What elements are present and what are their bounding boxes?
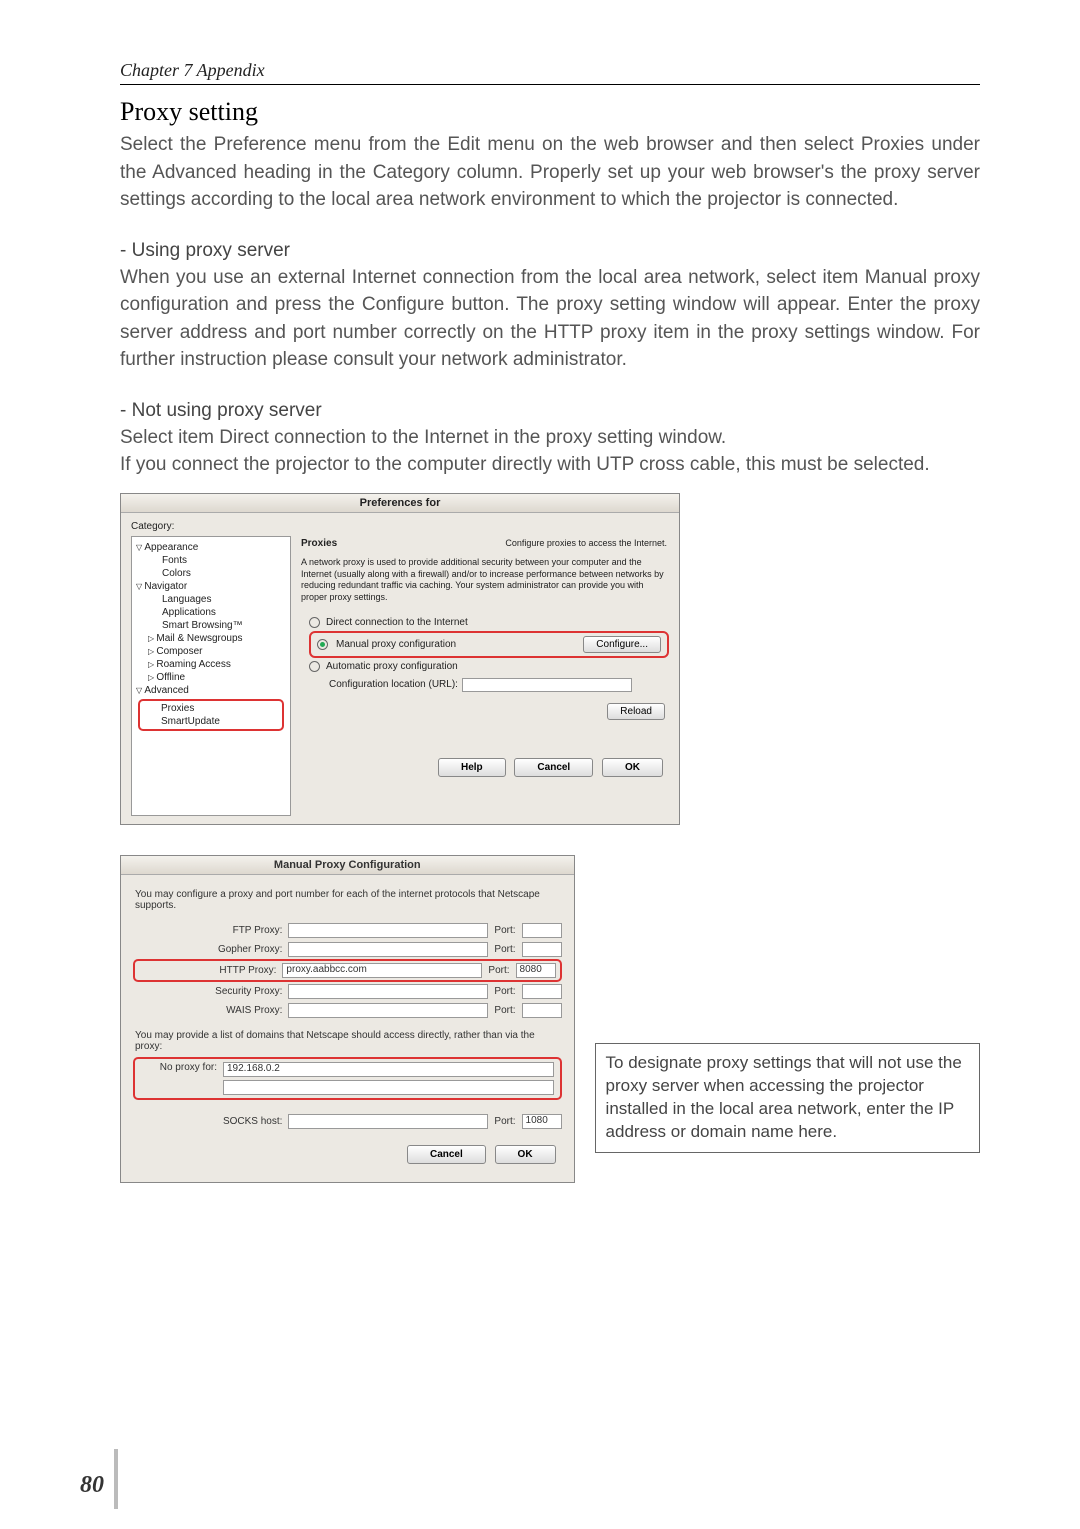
tree-appearance[interactable]: Appearance <box>134 541 288 554</box>
ftp-port-input[interactable] <box>522 923 562 938</box>
category-tree[interactable]: Appearance Fonts Colors Navigator Langua… <box>131 536 291 816</box>
wais-input[interactable] <box>288 1003 488 1018</box>
tree-colors[interactable]: Colors <box>134 567 288 580</box>
using-proxy-paragraph: When you use an external Internet connec… <box>120 264 980 374</box>
manual-ok-button[interactable]: OK <box>495 1145 556 1164</box>
radio-direct-label: Direct connection to the Internet <box>326 617 468 628</box>
reload-button[interactable]: Reload <box>607 703 665 720</box>
tree-composer[interactable]: Composer <box>134 645 288 658</box>
tree-fonts[interactable]: Fonts <box>134 554 288 567</box>
prefs-titlebar: Preferences for <box>121 494 679 513</box>
wais-port-label: Port: <box>494 1005 515 1016</box>
socks-input[interactable] <box>288 1114 488 1129</box>
tree-applications[interactable]: Applications <box>134 606 288 619</box>
radio-auto[interactable] <box>309 661 320 672</box>
not-using-para-a: Select item Direct connection to the Int… <box>120 424 980 452</box>
wais-port-input[interactable] <box>522 1003 562 1018</box>
pane-title: Proxies <box>301 538 337 549</box>
tree-smartupdate[interactable]: SmartUpdate <box>143 715 279 728</box>
chapter-header: Chapter 7 Appendix <box>120 60 980 85</box>
security-port-input[interactable] <box>522 984 562 999</box>
noproxy-label: No proxy for: <box>141 1062 217 1073</box>
page-number: 80 <box>80 1472 104 1499</box>
prefs-pane: Proxies Configure proxies to access the … <box>299 536 669 816</box>
socks-port-label: Port: <box>494 1116 515 1127</box>
http-label: HTTP Proxy: <box>186 965 276 976</box>
subhead-not-using-proxy: - Not using proxy server <box>120 400 980 422</box>
ok-button[interactable]: OK <box>602 758 663 777</box>
tree-offline[interactable]: Offline <box>134 671 288 684</box>
http-input[interactable]: proxy.aabbcc.com <box>282 963 482 978</box>
manual-desc2: You may provide a list of domains that N… <box>133 1020 562 1054</box>
conf-url-label: Configuration location (URL): <box>329 679 458 690</box>
ftp-input[interactable] <box>288 923 488 938</box>
tree-mail[interactable]: Mail & Newsgroups <box>134 632 288 645</box>
radio-auto-row[interactable]: Automatic proxy configuration <box>309 658 669 675</box>
ftp-label: FTP Proxy: <box>192 925 282 936</box>
cancel-button[interactable]: Cancel <box>514 758 593 777</box>
radio-manual[interactable] <box>317 639 328 650</box>
radio-manual-label: Manual proxy configuration <box>336 639 575 650</box>
manual-desc: You may configure a proxy and port numbe… <box>133 885 562 921</box>
pane-description: A network proxy is used to provide addit… <box>299 551 669 614</box>
help-button[interactable]: Help <box>438 758 506 777</box>
http-port-input[interactable]: 8080 <box>516 963 556 978</box>
category-label: Category: <box>131 521 669 532</box>
tree-languages[interactable]: Languages <box>134 593 288 606</box>
http-port-label: Port: <box>488 965 509 976</box>
preferences-window: Preferences for Category: Appearance Fon… <box>120 493 680 825</box>
subhead-using-proxy: - Using proxy server <box>120 240 980 262</box>
gopher-label: Gopher Proxy: <box>192 944 282 955</box>
configure-button[interactable]: Configure... <box>583 636 661 653</box>
radio-direct-row[interactable]: Direct connection to the Internet <box>309 614 669 631</box>
section-title: Proxy setting <box>120 97 980 127</box>
tree-advanced[interactable]: Advanced <box>134 684 288 697</box>
tree-proxies[interactable]: Proxies <box>143 702 279 715</box>
noproxy-input[interactable]: 192.168.0.2 <box>223 1062 554 1077</box>
security-input[interactable] <box>288 984 488 999</box>
ftp-port-label: Port: <box>494 925 515 936</box>
gopher-port-input[interactable] <box>522 942 562 957</box>
manual-titlebar: Manual Proxy Configuration <box>121 856 574 875</box>
not-using-para-b: If you connect the projector to the comp… <box>120 451 980 479</box>
tree-navigator[interactable]: Navigator <box>134 580 288 593</box>
security-label: Security Proxy: <box>192 986 282 997</box>
footer-bar <box>114 1449 118 1509</box>
manual-proxy-window: Manual Proxy Configuration You may confi… <box>120 855 575 1183</box>
noproxy-input2[interactable] <box>223 1080 554 1095</box>
tree-highlight: Proxies SmartUpdate <box>138 699 284 731</box>
security-port-label: Port: <box>494 986 515 997</box>
radio-auto-label: Automatic proxy configuration <box>326 661 458 672</box>
gopher-port-label: Port: <box>494 944 515 955</box>
radio-manual-row[interactable]: Manual proxy configuration Configure... <box>309 631 669 658</box>
http-row-highlight: HTTP Proxy: proxy.aabbcc.com Port: 8080 <box>133 959 562 982</box>
radio-direct[interactable] <box>309 617 320 628</box>
intro-paragraph: Select the Preference menu from the Edit… <box>120 131 980 214</box>
conf-url-input[interactable] <box>462 678 632 692</box>
pane-subtitle: Configure proxies to access the Internet… <box>505 538 667 549</box>
socks-label: SOCKS host: <box>192 1116 282 1127</box>
annotation-box: To designate proxy settings that will no… <box>595 1043 980 1153</box>
socks-port-input[interactable]: 1080 <box>522 1114 562 1129</box>
wais-label: WAIS Proxy: <box>192 1005 282 1016</box>
noproxy-highlight: No proxy for: 192.168.0.2 <box>133 1057 562 1100</box>
tree-smart[interactable]: Smart Browsing™ <box>134 619 288 632</box>
tree-roaming[interactable]: Roaming Access <box>134 658 288 671</box>
manual-cancel-button[interactable]: Cancel <box>407 1145 486 1164</box>
gopher-input[interactable] <box>288 942 488 957</box>
